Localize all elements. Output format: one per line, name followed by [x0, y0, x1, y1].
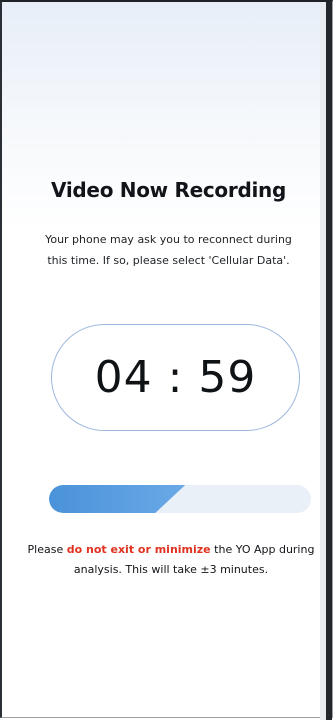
screen-edge	[326, 2, 332, 720]
reconnect-instructions: Your phone may ask you to reconnect duri…	[45, 233, 292, 267]
warning-emphasis: do not exit or minimize	[66, 543, 211, 556]
page-title: Video Now Recording	[51, 178, 286, 202]
recording-progress-fill	[49, 485, 186, 513]
recording-progress-bar	[49, 485, 311, 513]
recording-screen: Video Now Recording Your phone may ask y…	[0, 0, 333, 720]
analysis-warning: Please do not exit or minimize the YO Ap…	[26, 540, 316, 580]
warning-text-before: Please	[27, 543, 67, 556]
countdown-timer-pill: 04 : 59	[51, 324, 300, 431]
countdown-timer: 04 : 59	[94, 352, 257, 403]
